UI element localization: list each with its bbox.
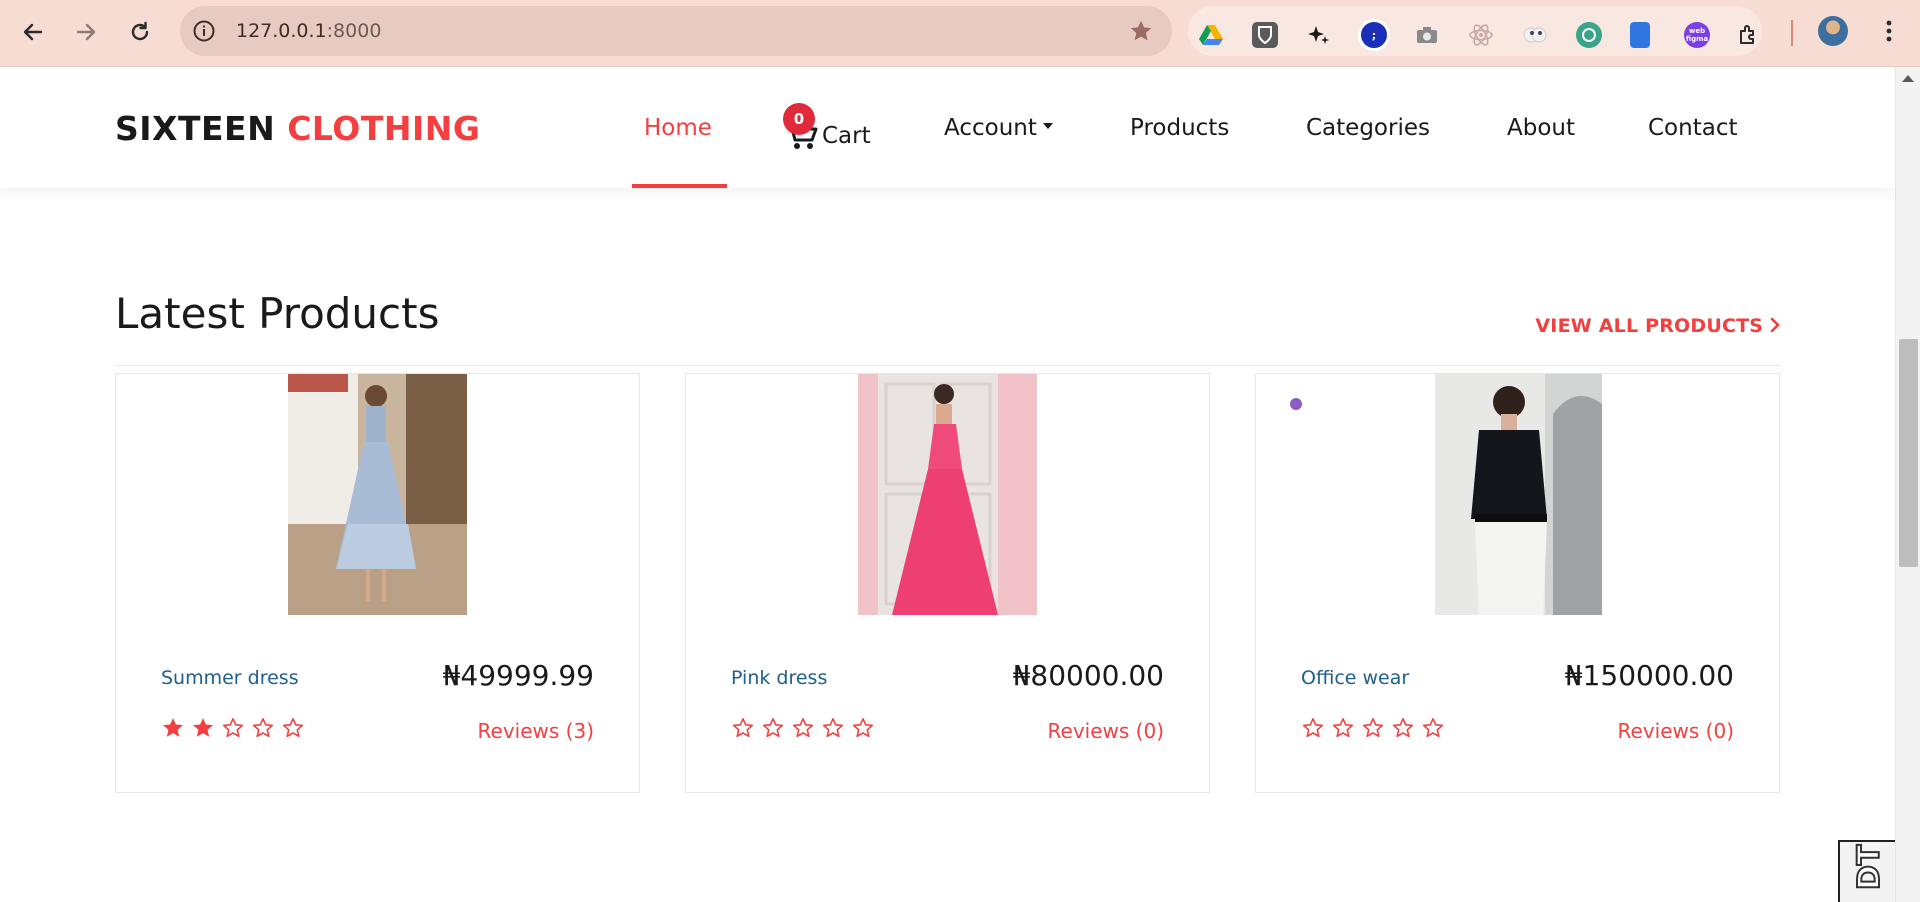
web-page: SIXTEEN CLOTHING Home 0 Cart Account Pro… bbox=[0, 67, 1895, 902]
product-image-pink-dress[interactable] bbox=[858, 374, 1037, 615]
scrollbar-thumb[interactable] bbox=[1899, 339, 1918, 567]
back-button[interactable] bbox=[15, 14, 51, 50]
translate-icon[interactable]: ; bbox=[1358, 19, 1390, 51]
url-port: :8000 bbox=[326, 20, 382, 42]
reviews-link[interactable]: Reviews (3) bbox=[478, 719, 594, 743]
profile-avatar[interactable] bbox=[1818, 16, 1848, 46]
url-text[interactable]: 127.0.0.1:8000 bbox=[236, 6, 381, 56]
camera-icon[interactable] bbox=[1414, 22, 1440, 48]
product-image-summer-dress[interactable] bbox=[288, 374, 467, 615]
star-outline-icon bbox=[222, 718, 244, 738]
eyes-icon[interactable] bbox=[1522, 22, 1548, 48]
webtofigma-label: web figma bbox=[1685, 27, 1709, 43]
forward-button[interactable] bbox=[68, 14, 104, 50]
kebab-menu-icon bbox=[1886, 20, 1892, 42]
star-outline-icon bbox=[822, 718, 844, 738]
webtofigma-icon[interactable]: web figma bbox=[1684, 22, 1710, 48]
nav-about[interactable]: About bbox=[1507, 115, 1575, 141]
site-logo[interactable]: SIXTEEN CLOTHING bbox=[115, 109, 480, 148]
toolbar-divider bbox=[1791, 20, 1793, 46]
nav-account-dropdown[interactable]: Account bbox=[944, 115, 1053, 141]
star-rating bbox=[161, 716, 305, 740]
star-outline-icon bbox=[762, 718, 784, 738]
star-outline-icon bbox=[792, 718, 814, 738]
browser-toolbar: 127.0.0.1:8000 ; web figma bbox=[0, 0, 1920, 67]
star-outline-icon bbox=[1392, 718, 1414, 738]
nav-cart[interactable]: 0 Cart bbox=[783, 103, 883, 153]
address-bar[interactable]: 127.0.0.1:8000 bbox=[180, 6, 1172, 56]
product-image-office-wear[interactable] bbox=[1435, 374, 1602, 615]
google-drive-icon[interactable] bbox=[1198, 22, 1224, 48]
star-outline-icon bbox=[1332, 718, 1354, 738]
star-outline-icon bbox=[282, 718, 304, 738]
sparkle-icon[interactable] bbox=[1306, 22, 1332, 48]
star-outline-icon bbox=[252, 718, 274, 738]
product-card: Pink dress ₦80000.00 Reviews (0) bbox=[685, 373, 1210, 793]
reload-icon bbox=[131, 21, 149, 41]
product-price: ₦80000.00 bbox=[1012, 659, 1164, 692]
back-arrow-icon bbox=[23, 23, 43, 41]
star-rating bbox=[731, 716, 875, 740]
product-name-link[interactable]: Pink dress bbox=[731, 667, 827, 689]
cart-label: Cart bbox=[822, 123, 871, 149]
scroll-up-arrow-icon[interactable] bbox=[1902, 75, 1914, 82]
chevron-right-icon bbox=[1770, 317, 1780, 333]
react-devtools-icon[interactable] bbox=[1468, 22, 1494, 48]
cart-count-badge: 0 bbox=[783, 103, 815, 135]
star-outline-icon bbox=[1302, 718, 1324, 738]
product-price: ₦49999.99 bbox=[442, 659, 594, 692]
site-header: SIXTEEN CLOTHING Home 0 Cart Account Pro… bbox=[0, 67, 1895, 188]
star-filled-icon bbox=[163, 718, 183, 737]
browser-menu-button[interactable] bbox=[1874, 16, 1904, 46]
reviews-link[interactable]: Reviews (0) bbox=[1048, 719, 1164, 743]
caret-down-icon bbox=[1042, 122, 1053, 129]
loading-dot bbox=[1290, 398, 1302, 410]
product-card: Summer dress ₦49999.99 Reviews (3) bbox=[115, 373, 640, 793]
product-card: Office wear ₦150000.00 Reviews (0) bbox=[1255, 373, 1780, 793]
nav-active-indicator bbox=[632, 184, 727, 188]
section-divider bbox=[115, 365, 1780, 366]
reviews-link[interactable]: Reviews (0) bbox=[1618, 719, 1734, 743]
star-filled-icon bbox=[193, 718, 213, 737]
nav-categories[interactable]: Categories bbox=[1306, 115, 1430, 141]
debug-toolbar-label: DT bbox=[1851, 844, 1888, 891]
product-name-link[interactable]: Office wear bbox=[1301, 667, 1409, 689]
nav-products[interactable]: Products bbox=[1130, 115, 1229, 141]
phone-icon[interactable] bbox=[1630, 22, 1650, 48]
extensions-tray: ; web figma bbox=[1188, 6, 1762, 56]
debug-toolbar-handle[interactable]: DT bbox=[1838, 840, 1895, 902]
url-host: 127.0.0.1 bbox=[236, 20, 327, 42]
nav-account-label: Account bbox=[944, 115, 1037, 141]
star-outline-icon bbox=[732, 718, 754, 738]
product-price: ₦150000.00 bbox=[1564, 659, 1734, 692]
bitwarden-icon[interactable] bbox=[1252, 22, 1278, 48]
section-title: Latest Products bbox=[115, 289, 440, 338]
star-outline-icon bbox=[852, 718, 874, 738]
forward-arrow-icon bbox=[76, 23, 96, 41]
star-outline-icon bbox=[1362, 718, 1384, 738]
puzzle-icon[interactable] bbox=[1736, 22, 1762, 48]
site-info-icon[interactable] bbox=[192, 19, 216, 43]
view-all-label: VIEW ALL PRODUCTS bbox=[1535, 315, 1764, 337]
nav-home[interactable]: Home bbox=[644, 115, 712, 141]
logo-part2: CLOTHING bbox=[287, 109, 481, 148]
bookmark-star-icon[interactable] bbox=[1128, 18, 1154, 44]
product-name-link[interactable]: Summer dress bbox=[161, 667, 299, 689]
reload-button[interactable] bbox=[122, 14, 158, 50]
globe-icon[interactable] bbox=[1576, 22, 1602, 48]
view-all-products-link[interactable]: VIEW ALL PRODUCTS bbox=[1535, 315, 1780, 337]
page-scrollbar[interactable] bbox=[1895, 67, 1920, 902]
star-rating bbox=[1301, 716, 1445, 740]
star-outline-icon bbox=[1422, 718, 1444, 738]
logo-part1: SIXTEEN bbox=[115, 109, 276, 148]
nav-contact[interactable]: Contact bbox=[1648, 115, 1737, 141]
